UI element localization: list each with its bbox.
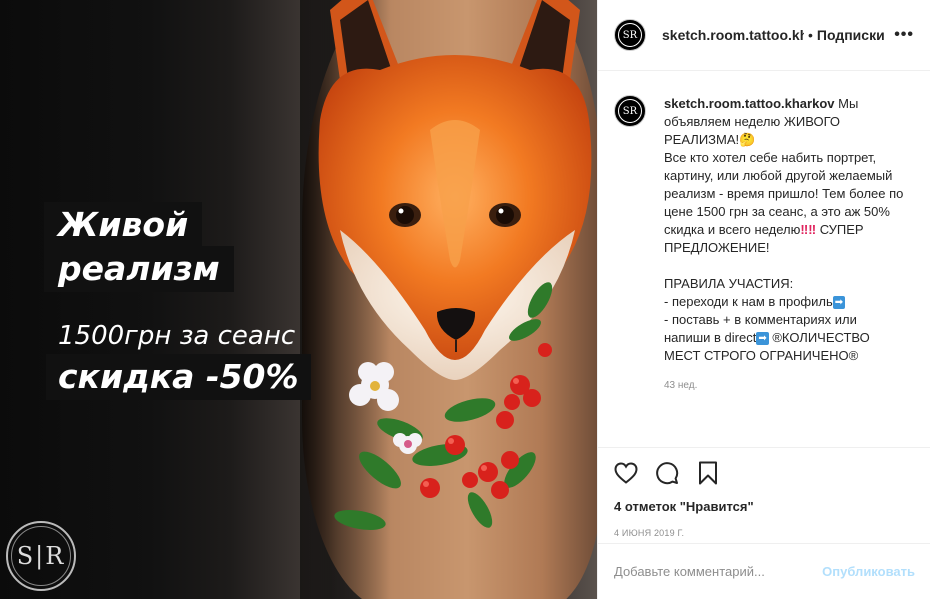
post-sidebar: SR sketch.room.tattoo.kharkov • Подписки… bbox=[597, 0, 930, 599]
header-username-link[interactable]: sketch.room.tattoo.kharkov bbox=[662, 27, 804, 43]
comment-input[interactable] bbox=[614, 564, 823, 579]
header-separator: • bbox=[808, 27, 813, 43]
caption-line-4: скидка -50% bbox=[46, 354, 311, 400]
comment-icon[interactable] bbox=[653, 459, 681, 487]
avatar[interactable]: SR bbox=[614, 19, 646, 51]
post-image: Живой реализм 1500грн за сеанс скидка -5… bbox=[0, 0, 597, 599]
caption-avatar[interactable]: SR bbox=[614, 95, 646, 127]
studio-logo: S|R bbox=[6, 521, 76, 591]
action-bar bbox=[598, 448, 930, 498]
fox-tattoo-illustration bbox=[318, 0, 592, 530]
arrow-right-icon: ➡ bbox=[832, 296, 846, 309]
caption-text-1: Мы объявляем неделю ЖИВОГО РЕАЛИЗМА!🤔 Вс… bbox=[664, 96, 904, 237]
post-caption-area: SR sketch.room.tattoo.kharkov Мы объявля… bbox=[598, 71, 930, 448]
more-options-icon[interactable]: ••• bbox=[894, 26, 914, 44]
post-date: 4 ИЮНЯ 2019 Г. bbox=[614, 528, 685, 538]
caption-line-3: 1500грн за сеанс bbox=[58, 321, 296, 351]
instagram-post-modal: Живой реализм 1500грн за сеанс скидка -5… bbox=[0, 0, 930, 599]
following-button[interactable]: Подписки bbox=[817, 27, 885, 43]
double-exclamation-emoji: ‼‼ bbox=[800, 222, 817, 237]
caption-username-link[interactable]: sketch.room.tattoo.kharkov bbox=[664, 96, 835, 111]
caption-time[interactable]: 43 нед. bbox=[664, 377, 904, 395]
post-caption: sketch.room.tattoo.kharkov Мы объявляем … bbox=[664, 95, 904, 447]
caption-line-2: реализм bbox=[44, 246, 234, 292]
heart-icon[interactable] bbox=[612, 459, 640, 487]
bookmark-icon[interactable] bbox=[694, 459, 722, 487]
caption-line-1: Живой bbox=[44, 202, 203, 248]
post-header: SR sketch.room.tattoo.kharkov • Подписки… bbox=[598, 0, 930, 71]
arrow-right-icon: ➡ bbox=[756, 332, 769, 345]
publish-button[interactable]: Опубликовать bbox=[822, 564, 915, 579]
studio-logo-letters: S|R bbox=[11, 526, 71, 586]
add-comment-bar: Опубликовать bbox=[598, 543, 930, 599]
likes-count[interactable]: 4 отметок "Нравится" bbox=[598, 498, 930, 516]
